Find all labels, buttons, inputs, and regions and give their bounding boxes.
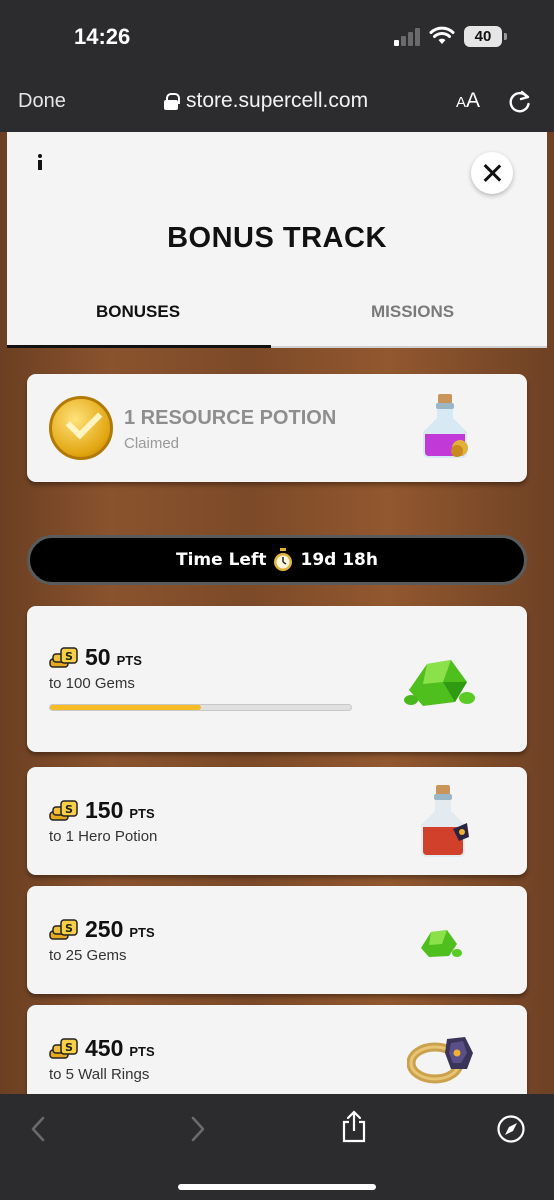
points-coins-icon: S bbox=[49, 646, 78, 668]
browser-address-bar: Done store.supercell.com AA bbox=[0, 74, 554, 132]
tier-progress-bar bbox=[49, 704, 352, 711]
text-size-button[interactable]: AA bbox=[456, 89, 480, 113]
url-text: store.supercell.com bbox=[186, 89, 369, 112]
tier-reward: to 5 Wall Rings bbox=[49, 1066, 150, 1083]
page-title: BONUS TRACK bbox=[167, 222, 387, 254]
tier-points-unit: PTS bbox=[129, 1044, 155, 1059]
tier-reward: to 25 Gems bbox=[49, 947, 127, 964]
tier-points-unit: PTS bbox=[129, 925, 155, 940]
done-button[interactable]: Done bbox=[18, 90, 66, 113]
tab-bonuses[interactable]: BONUSES bbox=[96, 302, 180, 322]
tier-reward: to 1 Hero Potion bbox=[49, 828, 158, 845]
stopwatch-icon bbox=[274, 548, 293, 571]
time-left-value: 19d 18h bbox=[300, 550, 378, 570]
status-time: 14:26 bbox=[74, 24, 131, 49]
points-coins-icon: S bbox=[49, 918, 78, 940]
bonus-track-header: BONUS TRACK BONUSES MISSIONS bbox=[7, 132, 547, 348]
wifi-icon bbox=[429, 26, 455, 44]
wall-ring-icon bbox=[407, 1037, 473, 1084]
bonus-tier-card: S 450 PTS to 5 Wall Rings bbox=[27, 1005, 527, 1094]
tier-points: 250 bbox=[85, 916, 124, 942]
reload-icon[interactable] bbox=[506, 88, 534, 116]
back-icon[interactable] bbox=[28, 1114, 48, 1144]
tier-points-unit: PTS bbox=[129, 806, 155, 821]
status-bar: 14:26 40 bbox=[0, 0, 554, 74]
time-left-label: Time Left bbox=[176, 550, 267, 570]
cellular-signal-icon bbox=[394, 28, 422, 46]
active-tab-indicator bbox=[7, 345, 271, 348]
points-coins-icon: S bbox=[49, 799, 78, 821]
claimed-bonus-title: 1 RESOURCE POTION bbox=[124, 407, 337, 429]
aa-small-label: A bbox=[456, 94, 467, 111]
tab-divider bbox=[271, 346, 547, 348]
claimed-status: Claimed bbox=[124, 435, 180, 452]
bonus-tier-card: S 250 PTS to 25 Gems bbox=[27, 886, 527, 994]
compass-icon[interactable] bbox=[496, 1114, 526, 1144]
svg-text:S: S bbox=[65, 650, 73, 663]
resource-potion-icon bbox=[423, 394, 468, 458]
store-page: BONUS TRACK BONUSES MISSIONS 1 RESOURCE … bbox=[0, 132, 554, 1094]
tier-progress-fill bbox=[50, 705, 201, 710]
svg-text:S: S bbox=[65, 1041, 73, 1054]
tier-points: 50 bbox=[85, 644, 111, 670]
time-left-bar: Time Left 19d 18h bbox=[27, 535, 527, 585]
tier-reward: to 100 Gems bbox=[49, 675, 135, 692]
tier-points: 450 bbox=[85, 1035, 124, 1061]
tier-points: 150 bbox=[85, 797, 124, 823]
home-indicator bbox=[178, 1184, 376, 1190]
svg-text:S: S bbox=[65, 922, 73, 935]
points-coins-icon: S bbox=[49, 1037, 78, 1059]
claimed-bonus-card: 1 RESOURCE POTION Claimed bbox=[27, 374, 527, 482]
aa-large-label: A bbox=[466, 89, 481, 112]
info-icon[interactable] bbox=[35, 154, 45, 170]
claimed-check-icon bbox=[49, 396, 113, 460]
gems-small-icon bbox=[421, 930, 462, 957]
share-icon[interactable] bbox=[340, 1110, 368, 1144]
lock-icon bbox=[164, 92, 180, 110]
tab-missions[interactable]: MISSIONS bbox=[371, 302, 454, 322]
close-button[interactable] bbox=[471, 152, 513, 194]
url-field[interactable]: store.supercell.com bbox=[164, 89, 368, 113]
gems-pile-icon bbox=[404, 660, 475, 706]
svg-text:S: S bbox=[65, 803, 73, 816]
bonus-tier-card: S 50 PTS to 100 Gems bbox=[27, 606, 527, 752]
bonus-tier-card: S 150 PTS to 1 Hero Potion bbox=[27, 767, 527, 875]
battery-icon: 40 bbox=[464, 26, 507, 47]
forward-icon[interactable] bbox=[188, 1114, 208, 1144]
hero-potion-icon bbox=[421, 785, 469, 857]
tier-points-unit: PTS bbox=[116, 653, 142, 668]
